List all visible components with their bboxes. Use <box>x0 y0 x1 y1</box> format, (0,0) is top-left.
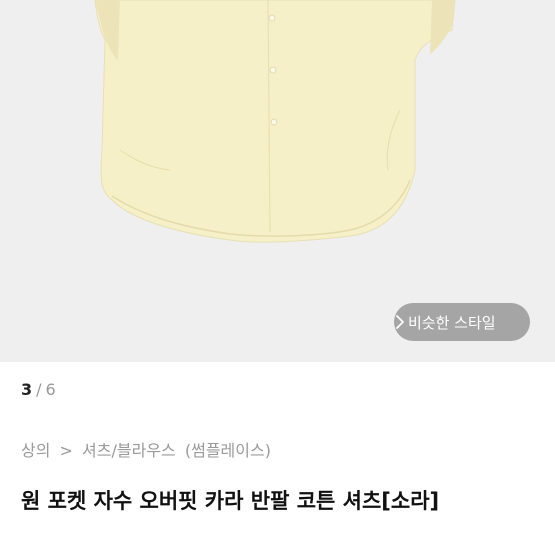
current-image-index: 3 <box>21 380 33 399</box>
product-image-gallery[interactable]: 비슷한 스타일 <box>0 0 555 362</box>
product-title: 원 포켓 자수 오버핏 카라 반팔 코튼 셔츠[소라] <box>21 489 440 513</box>
breadcrumb-category[interactable]: 상의 <box>21 441 50 460</box>
counter-separator: / <box>36 380 42 399</box>
breadcrumb: 상의 > 셔츠/블라우스 (썸플레이스) <box>21 437 275 461</box>
breadcrumb-subcategory[interactable]: 셔츠/블라우스 <box>82 441 176 460</box>
similar-style-button[interactable]: 비슷한 스타일 <box>394 303 530 341</box>
chevron-right-icon <box>396 315 404 329</box>
similar-style-label: 비슷한 스타일 <box>408 313 496 332</box>
breadcrumb-brand[interactable]: (썸플레이스) <box>185 441 271 460</box>
total-image-count: 6 <box>45 380 56 399</box>
image-counter: 3/6 <box>21 380 56 399</box>
breadcrumb-separator: > <box>59 441 73 460</box>
